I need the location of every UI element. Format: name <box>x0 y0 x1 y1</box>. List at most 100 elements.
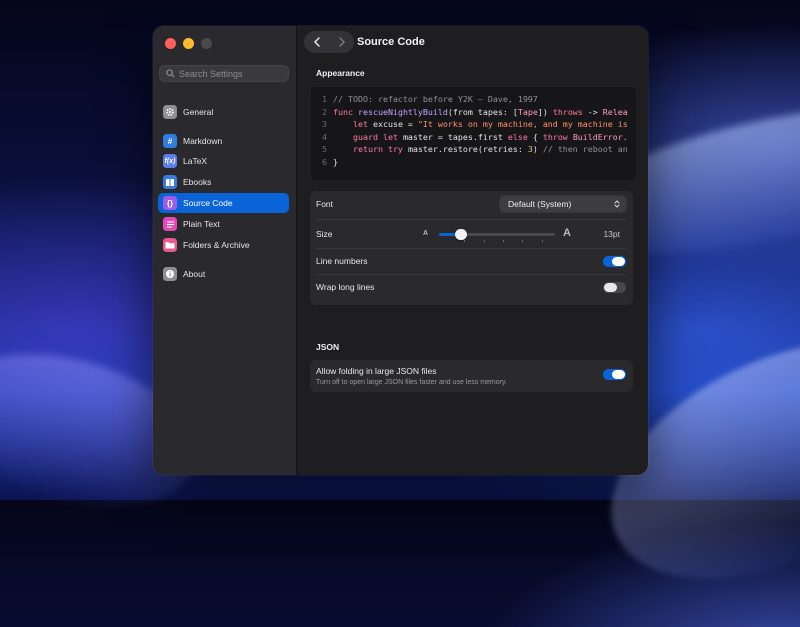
slider-tick <box>464 240 466 242</box>
code-token: } <box>333 157 338 167</box>
sidebar-item-label: Markdown <box>183 136 223 146</box>
code-token: ]) <box>537 106 553 117</box>
slider-tick <box>483 240 485 242</box>
sidebar-item-ebooks[interactable]: Ebooks <box>158 172 289 192</box>
wrap-lines-row: Wrap long lines <box>310 274 633 299</box>
code-token: { <box>527 131 543 142</box>
code-token: throw <box>542 131 573 142</box>
code-preview: 1 // TODO: refactor before Y2K — Dave, 19… <box>310 86 637 181</box>
code-token: Tape <box>517 106 538 117</box>
code-token: guard let <box>333 131 403 142</box>
sidebar-item-label: About <box>183 269 206 279</box>
code-token: return try <box>333 144 408 155</box>
font-label: Font <box>316 199 334 209</box>
sidebar-item-folders-archive[interactable]: Folders & Archive <box>158 235 289 255</box>
sidebar-item-about[interactable]: About <box>158 264 289 284</box>
divider <box>316 219 627 220</box>
line-numbers-label: Line numbers <box>316 256 368 266</box>
section-heading-json: JSON <box>316 342 340 352</box>
json-settings-group: Allow folding in large JSON files Turn o… <box>310 360 633 392</box>
line-number: 2 <box>322 106 327 117</box>
toggle-knob <box>612 257 625 266</box>
slider-tick <box>503 240 504 242</box>
close-button[interactable] <box>165 38 176 49</box>
sidebar-item-label: Plain Text <box>183 219 220 229</box>
code-token: throws <box>552 106 583 117</box>
code-line: 3 let excuse = "It works on my machine, … <box>310 118 628 131</box>
braces-icon: {} <box>163 196 177 210</box>
code-token: else <box>507 131 528 142</box>
search-icon <box>166 69 175 78</box>
wrap-lines-label: Wrap long lines <box>316 282 375 292</box>
settings-pane: Appearance 1 // TODO: refactor before Y2K… <box>297 60 648 475</box>
search-field[interactable] <box>159 65 289 82</box>
code-token: "It works on my machine, and my machine … <box>417 119 628 130</box>
code-token: -> <box>582 106 603 117</box>
json-folding-label: Allow folding in large JSON files <box>316 366 437 376</box>
sidebar-item-label: Folders & Archive <box>183 240 250 250</box>
code-token: rescueNightlyBuild <box>357 106 448 117</box>
zoom-button[interactable] <box>201 38 212 49</box>
slider-tick <box>541 240 543 242</box>
code-token: ) <box>532 144 543 155</box>
toggle-knob <box>604 283 617 292</box>
code-token: // TODO: refactor before Y2K — Dave, 199… <box>333 94 538 104</box>
info-icon <box>163 267 177 281</box>
text-lines-icon <box>163 217 177 231</box>
line-number: 1 <box>322 94 327 104</box>
json-folding-description: Turn off to open large JSON files faster… <box>316 379 507 386</box>
sidebar-item-label: General <box>183 107 214 117</box>
size-row: Size A A 13pt <box>310 221 633 248</box>
size-slider[interactable] <box>439 229 555 242</box>
code-token: let <box>333 119 373 130</box>
code-token: // then reboot an <box>542 144 628 155</box>
size-value: 13pt <box>603 229 620 239</box>
section-heading-appearance: Appearance <box>316 68 365 78</box>
line-number: 4 <box>322 131 327 142</box>
code-line: 4 guard let master = tapes.first else { … <box>310 131 628 144</box>
large-text-icon: A <box>563 227 571 239</box>
size-label: Size <box>316 229 333 239</box>
code-line: 6} <box>310 156 338 169</box>
sidebar-item-markdown[interactable]: # Markdown <box>158 131 289 151</box>
code-token: func <box>333 106 358 117</box>
sidebar-item-general[interactable]: General <box>158 102 289 122</box>
function-icon: f(x) <box>163 154 177 168</box>
traffic-lights <box>165 38 212 49</box>
back-button[interactable] <box>304 31 329 53</box>
code-token: (from tapes: [ <box>447 106 518 117</box>
folder-icon <box>163 238 177 252</box>
json-folding-toggle[interactable] <box>603 369 626 380</box>
line-numbers-row: Line numbers <box>310 248 633 273</box>
book-icon <box>163 175 177 189</box>
sidebar: General # Markdown f(x) LaTeX Ebooks {} … <box>153 26 297 475</box>
font-row: Font Default (System) <box>310 191 633 218</box>
small-text-icon: A <box>423 230 429 237</box>
sidebar-item-label: Ebooks <box>183 177 212 187</box>
chevron-right-icon <box>338 37 345 47</box>
slider-tick <box>522 240 524 242</box>
sidebar-item-source-code[interactable]: {} Source Code <box>158 193 289 213</box>
chevron-left-icon <box>313 37 320 47</box>
size-slider-thumb[interactable] <box>455 229 468 240</box>
appearance-settings-group: Font Default (System) Size A A 13pt Line… <box>310 191 633 305</box>
code-line: 5 return try master.restore(retries: 3) … <box>310 143 628 156</box>
chevron-up-down-icon <box>614 200 620 208</box>
page-title: Source Code <box>357 36 425 48</box>
code-token: master = tapes.first <box>402 131 508 142</box>
forward-button[interactable] <box>329 31 354 53</box>
line-numbers-toggle[interactable] <box>603 256 626 267</box>
code-token: BuildError. <box>572 131 628 142</box>
font-popup-button[interactable]: Default (System) <box>500 196 626 212</box>
gear-icon <box>163 105 177 119</box>
wrap-lines-toggle[interactable] <box>603 282 626 293</box>
sidebar-item-plain-text[interactable]: Plain Text <box>158 214 289 234</box>
code-token: excuse = <box>372 119 418 130</box>
line-number: 5 <box>322 144 327 155</box>
hash-icon: # <box>163 134 177 148</box>
sidebar-item-latex[interactable]: f(x) LaTeX <box>158 151 289 171</box>
search-input[interactable] <box>179 68 279 79</box>
sidebar-item-label: LaTeX <box>183 156 208 166</box>
line-number: 6 <box>322 157 327 167</box>
minimize-button[interactable] <box>183 38 194 49</box>
